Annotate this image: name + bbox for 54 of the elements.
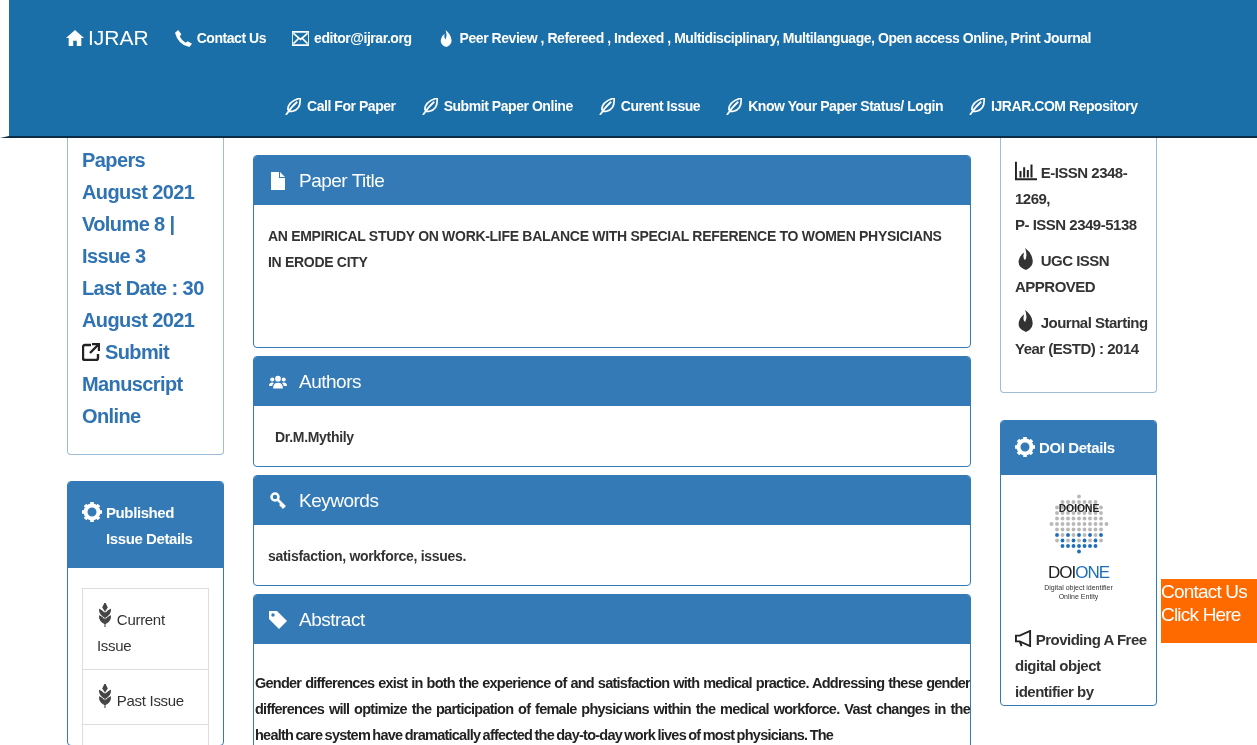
issn-text: UGC ISSN APPROVED bbox=[1015, 248, 1148, 300]
announcement-text: August 2021 bbox=[82, 308, 196, 333]
gear-icon bbox=[1015, 437, 1035, 457]
share-icon bbox=[82, 343, 100, 361]
email-link[interactable]: editor@ijrar.org bbox=[292, 29, 412, 47]
issue-link[interactable]: Current Issue bbox=[82, 588, 209, 669]
panel-title: Abstract bbox=[299, 608, 365, 631]
tag-icon bbox=[269, 610, 287, 629]
announcement-text: Papers bbox=[82, 148, 147, 173]
panel-title: Keywords bbox=[299, 489, 379, 512]
nav-link[interactable]: IJRAR.COM Repository bbox=[969, 97, 1138, 115]
issn-text: Journal Starting Year (ESTD) : 2014 bbox=[1015, 310, 1148, 362]
wheat-icon bbox=[97, 603, 113, 627]
panel-text: Dr.M.Mythily bbox=[275, 428, 355, 447]
wheat-icon bbox=[97, 684, 113, 708]
leaf-icon bbox=[598, 97, 616, 115]
panel-text: AN EMPIRICAL STUDY ON WORK-LIFE BALANCE WITH SPECIAL REFERENCE TO WOMEN PHYSICIANS IN ERODE CITY bbox=[268, 227, 943, 272]
gear-icon bbox=[82, 502, 102, 522]
card-title: DOI Details bbox=[1039, 438, 1115, 458]
announcement-text: Issue 3 bbox=[82, 244, 147, 269]
leaf-icon bbox=[969, 97, 987, 115]
home-link[interactable]: IJRAR bbox=[66, 26, 149, 50]
issn-text: P- ISSN 2349-5138 bbox=[1015, 215, 1138, 235]
leaf-icon bbox=[726, 97, 744, 115]
doi-text: Providing A Free digital object identifier by bbox=[1015, 629, 1148, 702]
announcement-text: Volume 8 | bbox=[82, 212, 176, 237]
issn-text: E-ISSN 2348-1269, bbox=[1015, 160, 1148, 212]
nav-link[interactable]: Call For Paper bbox=[285, 97, 396, 115]
issue-link[interactable]: Past Issue bbox=[82, 669, 209, 724]
bar-chart-icon bbox=[1015, 160, 1037, 182]
envelope-icon bbox=[292, 29, 310, 47]
logo-name: DOIONE bbox=[1047, 563, 1110, 583]
contact-us-tab[interactable]: Contact Us Click Here bbox=[1161, 579, 1257, 643]
leaf-icon bbox=[285, 97, 302, 115]
nav-link[interactable]: Know Your Paper Status/ Login bbox=[726, 97, 944, 115]
leaf-icon bbox=[421, 97, 439, 115]
panel-text: Gender differences exist in both the experience of and satisfaction with medical practice. Addressing these gender differences will optimize the participation of female physicians within the medical workforce. Vast changes in the health care system have dramatically affected the day-to-day work lives of most physicians. The bbox=[255, 674, 970, 745]
announcement-text: August 2021 bbox=[82, 180, 196, 205]
header-link[interactable]: Peer Review , Refereed , Indexed , Multidisciplinary, Multilanguage, Open access Online, Print Journal bbox=[437, 29, 1092, 47]
home-icon bbox=[66, 29, 84, 47]
megaphone-icon bbox=[1015, 630, 1032, 647]
announcement-text: Last Date : 30 bbox=[82, 276, 205, 301]
panel-title: Paper Title bbox=[299, 169, 385, 192]
nav-link[interactable]: Curent Issue bbox=[598, 97, 701, 115]
phone-icon bbox=[174, 29, 192, 47]
logo-text: DOIONE bbox=[1058, 502, 1099, 514]
key-icon bbox=[269, 491, 287, 510]
nav-link[interactable]: Submit Paper Online bbox=[421, 97, 573, 115]
panel-title: Authors bbox=[299, 370, 361, 393]
document-icon bbox=[269, 171, 287, 190]
submit-manuscript-link[interactable]: Submit Manuscript Online bbox=[82, 336, 213, 432]
header-link[interactable]: Contact Us bbox=[174, 29, 267, 47]
card-title: Published Issue Details bbox=[106, 503, 194, 549]
panel-text: satisfaction, workforce, issues. bbox=[268, 547, 468, 566]
